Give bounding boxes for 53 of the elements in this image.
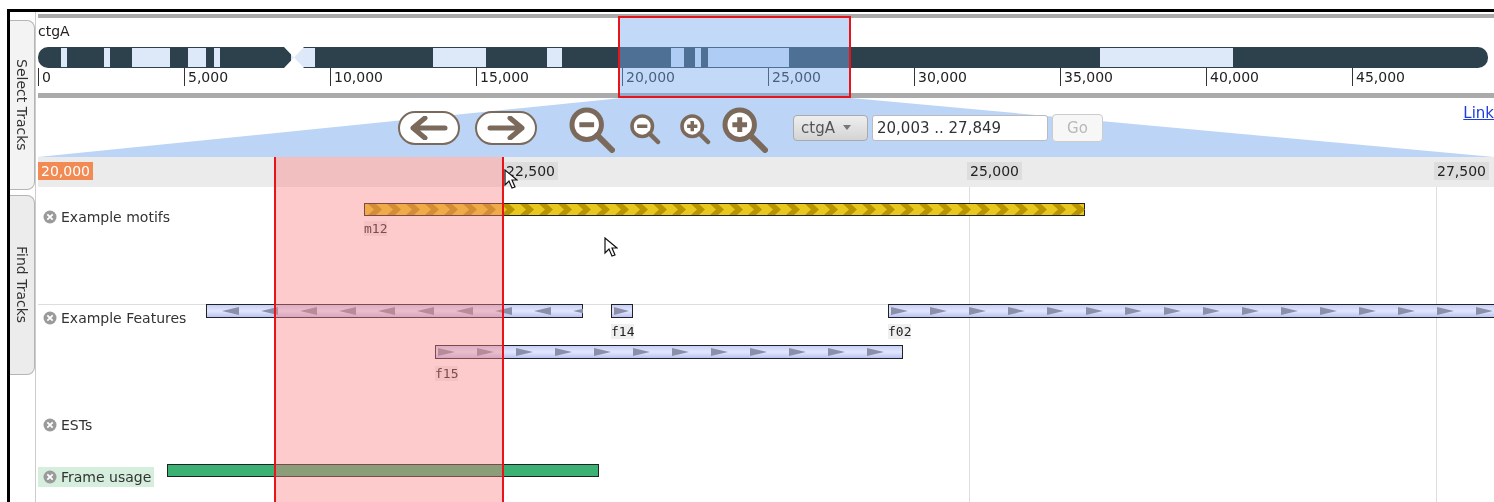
scale-tick	[622, 68, 623, 86]
zoom-out-icon[interactable]	[629, 112, 661, 145]
location-field[interactable]: 20,003 .. 27,849	[872, 114, 1048, 141]
track-name: Example motifs	[61, 209, 170, 225]
link[interactable]: Link	[1463, 104, 1494, 122]
reference-dropdown[interactable]: ctgA	[793, 114, 868, 141]
scale-label: 15,000	[480, 68, 529, 86]
sidebar-tab[interactable]: Find Tracks	[10, 195, 35, 375]
pan-left-button[interactable]	[398, 110, 460, 145]
feature-label: f15	[435, 366, 459, 381]
close-icon	[43, 210, 57, 224]
left-arrow-icon	[409, 115, 449, 140]
scale-tick	[38, 68, 39, 86]
scale-label: 40,000	[1210, 68, 1259, 86]
ruler-label: 25,000	[967, 162, 1022, 180]
track-name: Example Features	[61, 310, 187, 326]
scale-tick	[1060, 68, 1061, 86]
feature-label: m12	[364, 221, 388, 236]
track-label[interactable]: Frame usage	[38, 467, 155, 487]
right-arrow-icon	[486, 115, 526, 140]
sidebar-tab[interactable]: Select Tracks	[10, 20, 35, 190]
scale-label: 25,000	[772, 68, 821, 86]
cursor-icon	[604, 237, 618, 257]
track-name: ESTs	[61, 417, 93, 433]
reference-name: ctgA	[38, 23, 70, 39]
scale-label: 35,000	[1064, 68, 1113, 86]
zoom-in-icon[interactable]	[679, 112, 711, 145]
caret-icon	[842, 125, 851, 130]
scale-label: 5,000	[188, 68, 229, 86]
feature-label: f14	[611, 324, 635, 339]
close-icon	[43, 311, 57, 325]
scale-label: 45,000	[1356, 68, 1405, 86]
scale-tick	[914, 68, 915, 86]
scale-label: 30,000	[918, 68, 967, 86]
scale-tick	[476, 68, 477, 86]
viewed-region-box[interactable]	[618, 16, 851, 98]
scale-label: 10,000	[334, 68, 383, 86]
scale-tick	[184, 68, 185, 86]
ruler-label: 27,500	[1434, 162, 1489, 180]
track-name: Frame usage	[61, 469, 152, 485]
feature-bar	[611, 304, 633, 318]
scale-tick	[768, 68, 769, 86]
close-icon	[43, 470, 57, 484]
ruler-label: 20,000	[38, 162, 93, 180]
scale-tick	[1206, 68, 1207, 86]
scale-tick	[330, 68, 331, 86]
close-icon	[43, 418, 57, 432]
zoom-out-icon[interactable]	[569, 106, 615, 153]
scale-label: 0	[42, 68, 51, 86]
scale-label: 20,000	[626, 68, 675, 86]
scale-tick	[1352, 68, 1353, 86]
zoom-in-icon[interactable]	[722, 106, 768, 153]
feature-label: f02	[888, 324, 912, 339]
